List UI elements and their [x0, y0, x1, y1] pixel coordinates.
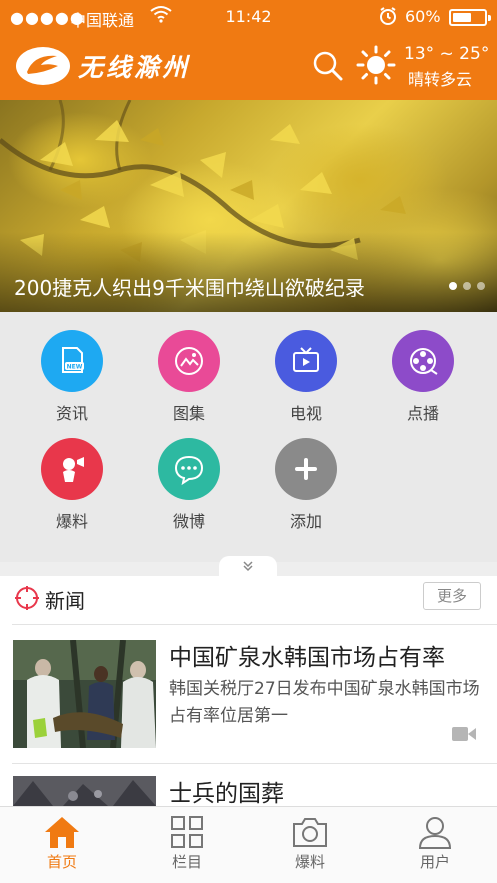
- tab-label: 栏目: [171, 853, 202, 871]
- bottom-tab-bar: 首页 栏目 爆料 用户: [0, 806, 497, 883]
- tab-label: 爆料: [294, 853, 325, 871]
- camera-icon: [293, 818, 327, 847]
- tab-tipoff[interactable]: 爆料: [260, 815, 360, 872]
- app-header: ●●●●● 中国联通 11:42 60% 无线滁州 13° ~ 25° 晴转多云: [0, 0, 497, 100]
- banner-carousel[interactable]: 200捷克人织出9千米围巾绕山欲破纪录: [0, 100, 497, 312]
- grid-item-label: 资讯: [55, 404, 88, 423]
- grid-item-gallery[interactable]: 图集: [139, 330, 239, 424]
- sun-icon: [355, 44, 397, 86]
- grid-item-vod[interactable]: 点播: [373, 330, 473, 424]
- news-icon: NEW: [41, 330, 103, 392]
- grid-item-tipoff[interactable]: 爆料: [22, 438, 122, 532]
- divider: [12, 763, 497, 764]
- divider: [12, 624, 497, 625]
- carousel-dot: [463, 282, 471, 290]
- logo-mark-icon: [16, 47, 70, 85]
- film-reel-icon: [392, 330, 454, 392]
- news-thumbnail: [13, 640, 156, 748]
- grid-item-label: 添加: [289, 512, 322, 531]
- tab-user[interactable]: 用户: [385, 815, 485, 872]
- gallery-icon: [158, 330, 220, 392]
- tab-label: 首页: [46, 853, 77, 871]
- svg-text:NEW: NEW: [67, 364, 83, 371]
- news-thumbnail: [13, 776, 156, 806]
- battery-icon: [449, 9, 491, 26]
- grid-item-add[interactable]: 添加: [256, 438, 356, 532]
- expand-grid-button[interactable]: [219, 556, 277, 576]
- temperature-range: 13° ~ 25°: [404, 44, 490, 64]
- battery-percent: 60%: [405, 7, 441, 26]
- user-icon: [418, 817, 452, 849]
- news-section-header: 新闻 更多: [0, 576, 497, 624]
- home-icon: [45, 817, 79, 848]
- tv-icon: [275, 330, 337, 392]
- carousel-indicator: [449, 282, 485, 290]
- more-button[interactable]: 更多: [423, 582, 481, 610]
- video-camera-icon: [452, 727, 476, 741]
- search-icon: [313, 51, 343, 81]
- search-button[interactable]: [310, 48, 346, 84]
- alarm-icon: [378, 6, 398, 30]
- banner-caption[interactable]: 200捷克人织出9千米围巾绕山欲破纪录: [14, 272, 365, 301]
- grid-item-label: 图集: [172, 404, 205, 423]
- news-headline: 士兵的国葬: [169, 781, 284, 807]
- carousel-dot: [449, 282, 457, 290]
- grid-item-label: 电视: [289, 404, 322, 423]
- weather-condition: 晴转多云: [408, 70, 473, 89]
- tab-label: 用户: [419, 853, 450, 871]
- tab-columns[interactable]: 栏目: [137, 815, 237, 872]
- grid-item-tv[interactable]: 电视: [256, 330, 356, 424]
- grid-item-weibo[interactable]: 微博: [139, 438, 239, 532]
- tab-home[interactable]: 首页: [12, 815, 112, 872]
- carousel-dot: [477, 282, 485, 290]
- crosshair-icon: [15, 586, 39, 610]
- megaphone-icon: [41, 438, 103, 500]
- news-section: 新闻 更多 中国矿泉水韩国市场占有率 韩国关税厅27日发布中国矿泉水韩国市场占有…: [0, 576, 497, 807]
- news-summary: 韩国关税厅27日发布中国矿泉水韩国市场占有率位居第一: [169, 679, 480, 726]
- chat-bubble-icon: [158, 438, 220, 500]
- grid-item-label: 点播: [406, 404, 439, 423]
- plus-icon: [275, 438, 337, 500]
- category-grid: NEW 资讯 图集 电视 点播 爆料 微博 添加: [0, 312, 497, 576]
- status-bar: ●●●●● 中国联通 11:42 60%: [0, 0, 497, 34]
- double-chevron-down-icon: [243, 561, 253, 572]
- section-title: 新闻: [45, 589, 85, 613]
- grid-item-label: 爆料: [55, 512, 88, 531]
- grid-item-news[interactable]: NEW 资讯: [22, 330, 122, 424]
- app-logo: 无线滁州: [14, 42, 190, 90]
- grid-item-label: 微博: [172, 512, 205, 531]
- app-name: 无线滁州: [78, 53, 191, 82]
- news-headline: 中国矿泉水韩国市场占有率: [169, 645, 445, 671]
- grid-icon: [171, 816, 203, 848]
